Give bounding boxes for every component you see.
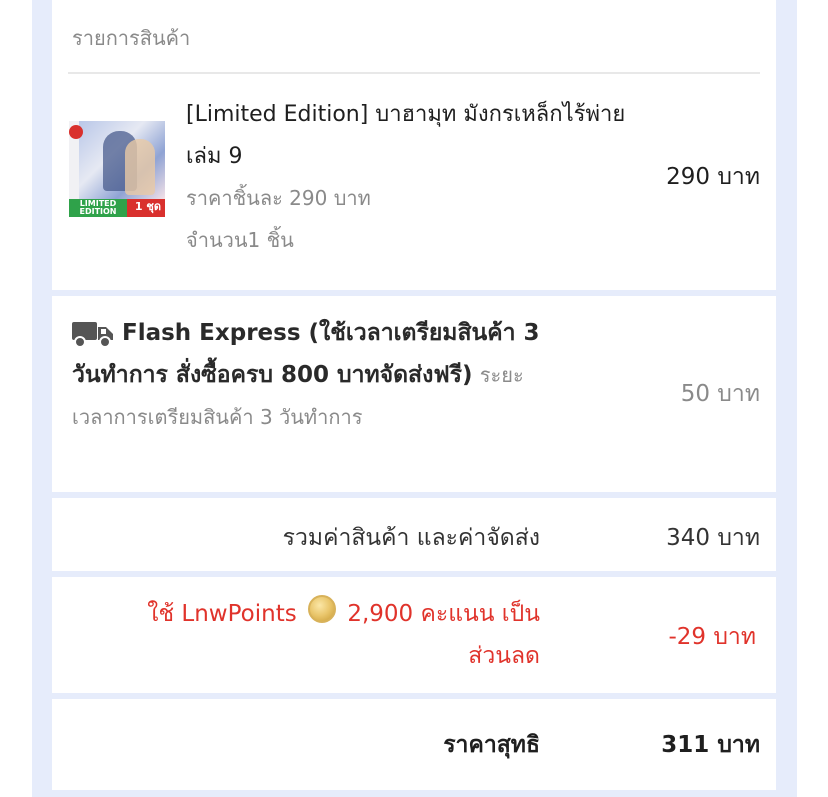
order-summary-panel: รายการสินค้า LIMITED EDITION 1 ชุด [Limi… [32, 0, 797, 797]
product-name[interactable]: [Limited Edition] บาฮามุท มังกรเหล็กไร้พ… [186, 94, 626, 178]
product-unit-price: ราคาชิ้นละ 290 บาท [186, 186, 371, 210]
points-prefix: ใช้ LnwPoints [147, 601, 297, 627]
divider [68, 72, 760, 74]
product-total: 290 บาท [666, 164, 760, 190]
subtotal-value: 340 บาท [666, 525, 760, 551]
shipping-method: Flash Express (ใช้เวลาเตรียมสินค้า 3 วัน… [72, 312, 552, 438]
shipping-method-name: Flash Express (ใช้เวลาเตรียมสินค้า 3 วัน… [72, 320, 540, 388]
points-discount-label: ใช้ LnwPoints 2,900 คะแนน เป็นส่วนลด [80, 593, 540, 677]
net-total-value: 311 บาท [661, 732, 760, 758]
subtotal-section: รวมค่าสินค้า และค่าจัดส่ง 340 บาท [52, 498, 776, 571]
net-total-label: ราคาสุทธิ [443, 732, 540, 758]
points-suffix: 2,900 คะแนน เป็นส่วนลด [347, 601, 540, 669]
product-quantity: จำนวน1 ชิ้น [186, 228, 294, 252]
net-total-section: ราคาสุทธิ 311 บาท [52, 699, 776, 790]
coin-icon [308, 595, 337, 623]
publisher-logo [69, 125, 83, 139]
points-discount-value: -29 บาท [668, 624, 756, 650]
points-discount-section: ใช้ LnwPoints 2,900 คะแนน เป็นส่วนลด -29… [52, 577, 776, 693]
items-section: รายการสินค้า LIMITED EDITION 1 ชุด [Limi… [52, 0, 776, 290]
items-section-title: รายการสินค้า [72, 26, 191, 50]
set-count-badge: 1 ชุด [134, 200, 161, 213]
shipping-section: Flash Express (ใช้เวลาเตรียมสินค้า 3 วัน… [52, 296, 776, 492]
limited-edition-badge: LIMITED EDITION [69, 199, 127, 217]
product-thumbnail[interactable]: LIMITED EDITION 1 ชุด [69, 121, 165, 217]
subtotal-label: รวมค่าสินค้า และค่าจัดส่ง [282, 525, 540, 551]
shipping-price: 50 บาท [680, 381, 760, 407]
